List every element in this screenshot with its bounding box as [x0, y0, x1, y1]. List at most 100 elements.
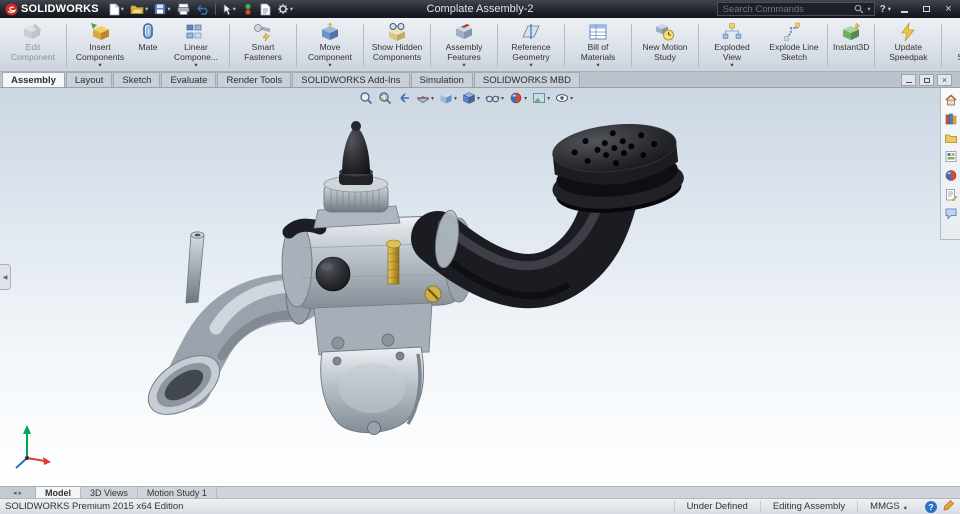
previous-view-button[interactable]	[396, 90, 412, 106]
ribbon-exploded-view-button[interactable]: Exploded View ▾	[701, 20, 763, 71]
tab-solidworks-mbd[interactable]: SOLIDWORKS MBD	[473, 72, 581, 87]
ribbon-button-label: Instant3D	[833, 42, 870, 52]
dropdown-arrow-icon: ▾	[194, 62, 198, 70]
search-icon	[855, 4, 864, 14]
restore-button[interactable]	[918, 2, 935, 16]
tab-motion-study-1[interactable]: Motion Study 1	[137, 487, 217, 498]
section-view-button[interactable]: ▾	[415, 90, 435, 106]
idle-screw[interactable]	[424, 285, 442, 303]
tab-assembly[interactable]: Assembly	[2, 72, 65, 87]
titlebar: SOLIDWORKS ▾ ▾ ▾ ▾ ▾ Complate Assembly-2…	[0, 0, 960, 18]
ribbon-bill-of-materials-button[interactable]: Bill of Materials ▾	[567, 20, 629, 71]
apply-scene-button[interactable]: ▾	[531, 90, 551, 106]
carburetor-top-cap[interactable]	[313, 121, 401, 229]
tab-solidworks-add-ins[interactable]: SOLIDWORKS Add-Ins	[292, 72, 410, 87]
hide-show-items-button[interactable]: ▾	[484, 90, 505, 106]
restore-icon	[923, 6, 930, 12]
graphics-area[interactable]: ▾ ▾ ▾ ▾ ▾ ▾ ▾ ◀	[0, 88, 960, 486]
nav-left-icon: ◂	[12, 489, 17, 497]
display-style-button[interactable]: ▾	[461, 90, 481, 106]
rebuild-button[interactable]	[239, 1, 257, 17]
ribbon-edit-component-button[interactable]: Edit Component	[2, 20, 64, 71]
print-button[interactable]	[174, 1, 193, 17]
dropdown-arrow-icon: ▾	[462, 62, 466, 70]
doc-close-button[interactable]: ×	[937, 74, 952, 86]
dropdown-arrow-icon: ▾	[529, 62, 533, 70]
design-library-button[interactable]	[943, 111, 958, 125]
edit-appearance-button[interactable]: ▾	[508, 90, 528, 106]
ribbon-mate-button[interactable]: Mate	[131, 20, 165, 71]
display-style-icon	[462, 92, 476, 104]
dropdown-arrow-icon: ▾	[232, 6, 236, 13]
ribbon-explode-line-sketch-button[interactable]: Explode Line Sketch	[763, 20, 825, 71]
solidworks-resources-button[interactable]	[943, 92, 958, 106]
ds-logo-icon	[5, 3, 18, 15]
options-button[interactable]: ▾	[274, 1, 296, 17]
units-selector[interactable]: MMGS ▴	[857, 501, 919, 512]
assembly-features-icon	[453, 21, 475, 42]
save-button[interactable]: ▾	[151, 1, 173, 17]
ribbon-show-hidden-components-button[interactable]: Show Hidden Components	[366, 20, 428, 71]
tab-model[interactable]: Model	[36, 487, 81, 498]
view-orientation-icon	[440, 92, 452, 104]
search-commands-box[interactable]: ▾	[716, 2, 875, 16]
help-menu-button[interactable]: ? ▾	[880, 4, 891, 15]
view-palette-button[interactable]	[943, 149, 958, 163]
select-button[interactable]: ▾	[219, 1, 239, 17]
solidworks-forum-button[interactable]	[943, 206, 958, 220]
view-settings-button[interactable]: ▾	[554, 90, 574, 106]
ribbon-update-speedpak-button[interactable]: Update Speedpak	[877, 20, 939, 71]
doc-restore-button[interactable]	[919, 74, 934, 86]
ribbon-instant3d-button[interactable]: Instant3D	[830, 20, 872, 71]
status-help-icon[interactable]: ?	[925, 500, 937, 513]
file-explorer-button[interactable]	[943, 130, 958, 144]
zoom-fit-button[interactable]	[358, 90, 374, 106]
show-hidden-components-icon	[386, 21, 408, 42]
vent-tube[interactable]	[185, 231, 205, 304]
undo-button[interactable]	[193, 1, 212, 17]
move-component-icon	[319, 21, 341, 42]
featuremanager-collapse-arrow[interactable]: ◀	[0, 264, 11, 290]
ribbon-move-component-button[interactable]: Move Component ▾	[299, 20, 361, 71]
search-dropdown-icon[interactable]: ▾	[867, 5, 870, 13]
dropdown-arrow-icon: ▾	[501, 95, 505, 102]
ribbon-new-motion-study-button[interactable]: New Motion Study	[634, 20, 696, 71]
tab-layout[interactable]: Layout	[65, 72, 113, 87]
previous-view-icon	[400, 93, 409, 103]
tab-3d-views[interactable]: 3D Views	[81, 487, 138, 498]
new-file-icon	[109, 3, 120, 15]
appearances-button[interactable]	[943, 168, 958, 182]
search-input[interactable]	[720, 2, 852, 16]
custom-properties-button[interactable]	[943, 187, 958, 201]
minimize-button[interactable]	[896, 2, 913, 16]
close-button[interactable]: ×	[940, 2, 957, 16]
new-file-button[interactable]: ▾	[106, 1, 127, 17]
open-file-button[interactable]: ▾	[127, 1, 151, 17]
tab-render-tools[interactable]: Render Tools	[217, 72, 292, 87]
ribbon-smart-fasteners-button[interactable]: Smart Fasteners	[232, 20, 294, 71]
tab-sketch[interactable]: Sketch	[113, 72, 161, 87]
ribbon-linear-component-pattern-button[interactable]: Linear Compone... ▾	[165, 20, 227, 71]
ribbon-button-label: Explode Line Sketch	[769, 42, 819, 62]
tab-evaluate[interactable]: Evaluate	[161, 72, 217, 87]
sheet-nav-arrows[interactable]: ◂ ▸	[0, 487, 36, 498]
dropdown-arrow-icon: ▾	[454, 95, 458, 102]
doc-minimize-button[interactable]	[901, 74, 916, 86]
forum-icon	[945, 208, 956, 219]
file-properties-button[interactable]	[257, 1, 274, 17]
brass-screw[interactable]	[386, 239, 401, 285]
ribbon-assembly-features-button[interactable]: Assembly Features ▾	[433, 20, 495, 71]
ribbon-reference-geometry-button[interactable]: Reference Geometry ▾	[500, 20, 562, 71]
view-orientation-button[interactable]: ▾	[438, 90, 458, 106]
help-icon: ?	[879, 3, 886, 15]
zoom-area-button[interactable]	[377, 90, 393, 106]
ribbon-take-snapshot-button[interactable]: Take Snapshot	[944, 20, 960, 71]
quick-tips-icon[interactable]	[943, 499, 955, 514]
bottom-tab-bar: ◂ ▸ Model 3D Views Motion Study 1	[0, 486, 960, 498]
tab-simulation[interactable]: Simulation	[410, 72, 473, 87]
choke-knob[interactable]	[315, 256, 351, 292]
ribbon-insert-components-button[interactable]: Insert Components ▾	[69, 20, 131, 71]
air-filter[interactable]	[546, 118, 686, 218]
ribbon-button-label: Reference Geometry	[511, 42, 551, 62]
assembly-3d-model[interactable]	[0, 88, 960, 486]
